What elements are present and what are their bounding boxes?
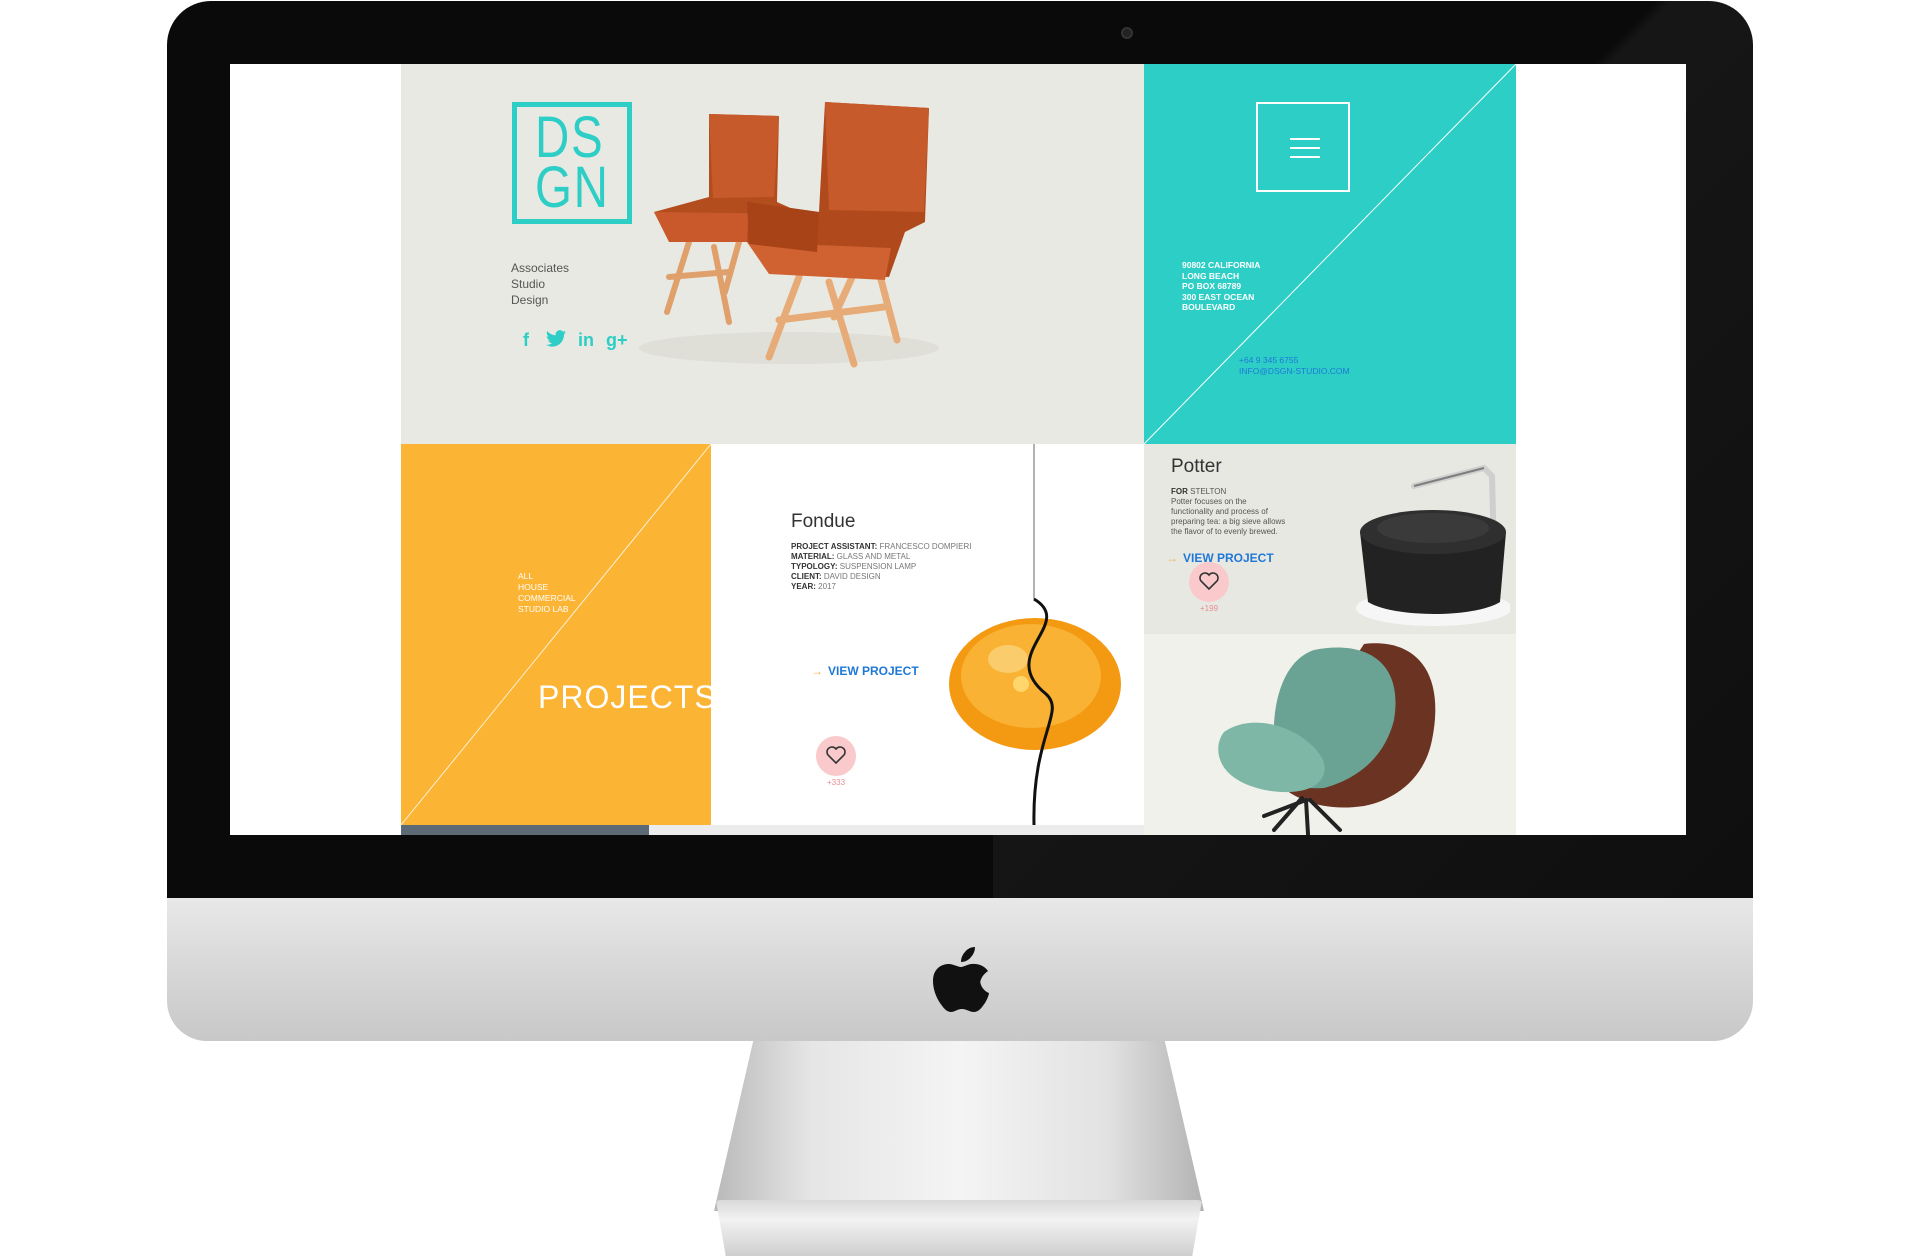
project-title: Potter (1171, 456, 1222, 477)
filter-studio-lab[interactable]: STUDIO LAB (518, 604, 576, 615)
arrow-right-icon: → (1166, 551, 1178, 565)
google-plus-icon[interactable]: g+ (606, 330, 628, 350)
phone-link[interactable]: +64 9 345 6755 (1239, 355, 1350, 366)
monitor-stand-foot (716, 1200, 1202, 1256)
contact-details: +64 9 345 6755 INFO@DSGN-STUDIO.COM (1239, 355, 1350, 377)
description-line: preparing tea: a big sieve allows (1171, 517, 1286, 526)
address-line: BOULEVARD (1182, 302, 1236, 312)
bottom-strip (401, 825, 649, 835)
project-card-potter: Potter FOR STELTON Potter focuses on the… (1144, 444, 1516, 634)
description-line: FOR STELTON (1171, 487, 1227, 496)
armchair-photo (1218, 643, 1436, 835)
camera (1121, 27, 1133, 39)
tagline-line: Associates (511, 261, 570, 275)
like-count: +333 (827, 778, 846, 787)
like-count: +199 (1200, 604, 1219, 613)
social-links: f in g+ (516, 330, 628, 350)
like-button[interactable] (816, 736, 856, 776)
address-block: 90802 CALIFORNIA LONG BEACH PO BOX 68789… (1182, 260, 1260, 313)
contact-panel: 90802 CALIFORNIA LONG BEACH PO BOX 68789… (1144, 64, 1516, 444)
heart-icon (826, 746, 846, 764)
address-line: 300 EAST OCEAN (1182, 291, 1255, 302)
chairs-photo (639, 102, 939, 368)
bottom-strip (649, 825, 1144, 835)
filter-house[interactable]: HOUSE (518, 582, 576, 593)
like-button[interactable] (1189, 562, 1229, 602)
filter-all[interactable]: ALL (518, 571, 576, 582)
dsgn-logo[interactable]: DS GN (512, 102, 632, 224)
menu-button[interactable] (1256, 102, 1350, 192)
description-line: the flavor of to evenly brewed. (1171, 527, 1278, 536)
view-project-link[interactable]: → VIEW PROJECT (811, 664, 919, 678)
logo-text-bottom: GN (535, 155, 610, 220)
facebook-icon[interactable]: f (516, 330, 536, 350)
armchair-panel (1144, 634, 1516, 835)
project-filters: ALL HOUSE COMMERCIAL STUDIO LAB (518, 571, 576, 615)
project-description: FOR STELTON Potter focuses on the functi… (1171, 487, 1293, 537)
tagline-line: Studio (511, 277, 546, 291)
twitter-icon[interactable] (546, 330, 566, 350)
description-line: Potter focuses on the (1171, 497, 1247, 506)
project-title: Fondue (791, 511, 856, 532)
hero-panel: DS GN Associates Studio Design f in g+ (401, 64, 1144, 444)
tagline-line: Design (511, 293, 549, 307)
description-line: functionality and process of (1171, 507, 1268, 516)
address-line: PO BOX 68789 (1182, 281, 1242, 291)
view-project-link[interactable]: → VIEW PROJECT (1166, 551, 1274, 565)
diagonal-line (401, 444, 711, 825)
projects-panel: ALL HOUSE COMMERCIAL STUDIO LAB PROJECTS (401, 444, 711, 825)
monitor-stand-neck (714, 1041, 1204, 1211)
linkedin-icon[interactable]: in (576, 330, 596, 350)
address-line: 90802 CALIFORNIA (1182, 260, 1261, 270)
monitor-chin (167, 898, 1753, 1041)
pendant-lamp-photo (949, 444, 1121, 825)
teapot-photo (1356, 464, 1510, 626)
projects-heading: PROJECTS (538, 679, 711, 715)
arrow-right-icon: → (811, 664, 823, 678)
brand-tagline: Associates Studio Design (511, 260, 569, 308)
project-card-fondue: Fondue PROJECT ASSISTANT: FRANCESCO DOMP… (711, 444, 1144, 825)
screen: DS GN Associates Studio Design f in g+ 9… (230, 64, 1686, 835)
apple-logo-icon (933, 947, 989, 1012)
email-link[interactable]: INFO@DSGN-STUDIO.COM (1239, 366, 1350, 377)
address-line: LONG BEACH (1182, 270, 1240, 281)
imac-mockup: DS GN Associates Studio Design f in g+ 9… (0, 0, 1920, 1260)
heart-icon (1199, 572, 1219, 590)
filter-commercial[interactable]: COMMERCIAL (518, 593, 576, 604)
